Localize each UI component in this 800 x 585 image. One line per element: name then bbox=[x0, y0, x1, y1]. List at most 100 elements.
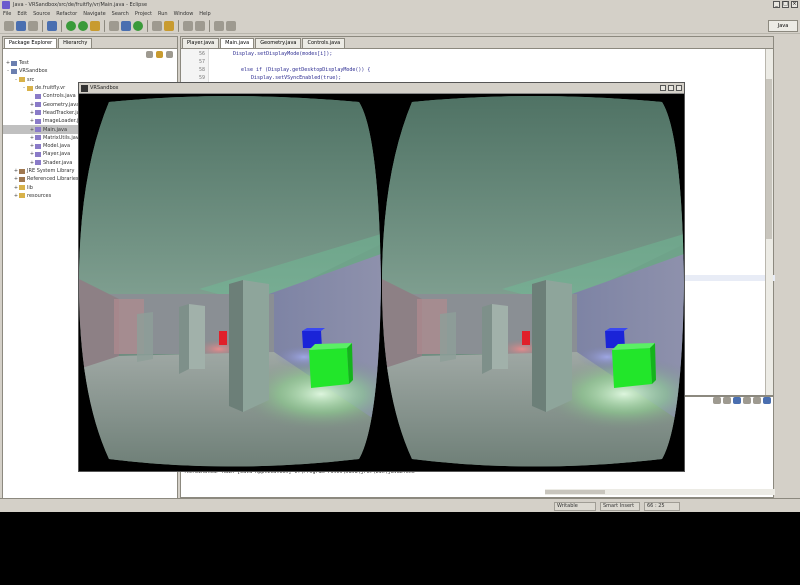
java-icon bbox=[81, 84, 88, 92]
open-type-icon[interactable] bbox=[152, 20, 162, 31]
tree-item-label: MatrixUtils.java bbox=[43, 134, 82, 141]
console-toolbar bbox=[713, 395, 771, 405]
line-code: Display.setDisplayMode(modes[i]); bbox=[233, 51, 333, 57]
java-file-icon bbox=[35, 102, 41, 108]
scrollbar-thumb[interactable] bbox=[766, 79, 772, 239]
right-eye-view bbox=[382, 96, 684, 467]
run-icon[interactable] bbox=[78, 20, 88, 31]
perspective-java-button[interactable]: Java bbox=[768, 20, 798, 32]
scrollbar-thumb[interactable] bbox=[545, 490, 605, 494]
java-file-icon bbox=[35, 110, 41, 116]
tree-item-label: Geometry.java bbox=[43, 101, 80, 108]
tab-geometry-java[interactable]: Geometry.java bbox=[255, 38, 302, 48]
tree-item-label: de.fruitfly.vr bbox=[35, 85, 66, 92]
java-file-icon bbox=[35, 151, 41, 157]
minimize-button[interactable]: _ bbox=[773, 1, 780, 8]
project-icon bbox=[11, 60, 17, 66]
editor-scrollbar[interactable] bbox=[765, 49, 773, 395]
print-icon[interactable] bbox=[28, 20, 38, 31]
next-annotation-icon[interactable] bbox=[183, 20, 193, 31]
folder-icon bbox=[19, 193, 25, 199]
external-tools-icon[interactable] bbox=[90, 20, 100, 31]
viewer-close-button[interactable] bbox=[676, 85, 682, 91]
menu-navigate[interactable]: Navigate bbox=[83, 11, 105, 17]
line-code: Display.setVSyncEnabled(true); bbox=[251, 75, 342, 81]
project-icon bbox=[11, 68, 17, 74]
viewer-maximize-button[interactable] bbox=[668, 85, 674, 91]
new-package-icon[interactable] bbox=[121, 20, 131, 31]
menu-run[interactable]: Run bbox=[158, 11, 168, 17]
library-icon bbox=[19, 176, 25, 182]
toolbar-separator bbox=[178, 19, 179, 32]
line-number: 56 bbox=[198, 51, 205, 57]
status-cursor-position: 66 : 25 bbox=[644, 502, 680, 511]
tab-hierarchy[interactable]: Hierarchy bbox=[58, 38, 93, 48]
code-line: 58 else if (Display.getDesktopDisplayMode… bbox=[181, 67, 370, 75]
new-icon[interactable] bbox=[4, 20, 14, 31]
code-line: 56 Display.setDisplayMode(modes[i]); bbox=[181, 51, 332, 59]
collapse-all-icon[interactable] bbox=[146, 50, 153, 58]
tree-item-label: JRE System Library bbox=[27, 168, 75, 174]
menu-help[interactable]: Help bbox=[199, 11, 210, 17]
view-menu-icon[interactable] bbox=[166, 50, 173, 58]
java-file-icon bbox=[35, 118, 41, 124]
status-insert-mode: Smart Insert bbox=[600, 502, 640, 511]
debug-icon[interactable] bbox=[66, 20, 76, 31]
tab-package-explorer[interactable]: Package Explorer bbox=[4, 38, 58, 48]
tab-player-java[interactable]: Player.java bbox=[182, 38, 220, 48]
menu-window[interactable]: Window bbox=[174, 11, 194, 17]
tree-item[interactable]: - VRSandbox bbox=[3, 67, 177, 75]
line-number: 58 bbox=[198, 67, 205, 73]
tree-item[interactable]: + Test bbox=[3, 59, 177, 67]
package-explorer-tabs: Package Explorer Hierarchy bbox=[3, 37, 177, 49]
title-bar: Java - VRSandbox/src/de/fruitfly/vr/Main… bbox=[0, 0, 800, 10]
remove-launch-icon[interactable] bbox=[723, 396, 731, 404]
tree-item-label: lib bbox=[27, 184, 33, 191]
scroll-lock-icon[interactable] bbox=[743, 396, 751, 404]
tab-controls-java[interactable]: Controls.java bbox=[302, 38, 346, 48]
viewer-title-bar: VRSandbox bbox=[79, 83, 684, 94]
tree-item-label: src bbox=[27, 76, 35, 83]
tree-item-label: Player.java bbox=[43, 151, 71, 158]
new-class-icon[interactable] bbox=[133, 20, 143, 31]
line-number: 59 bbox=[198, 75, 205, 81]
terminate-icon[interactable] bbox=[713, 396, 721, 404]
new-java-project-icon[interactable] bbox=[109, 20, 119, 31]
save-icon[interactable] bbox=[16, 20, 26, 31]
search-icon[interactable] bbox=[164, 20, 174, 31]
stereo-render-view[interactable] bbox=[79, 94, 684, 471]
maximize-button[interactable]: □ bbox=[782, 1, 789, 8]
folder-icon bbox=[27, 85, 33, 91]
library-icon bbox=[19, 168, 25, 174]
menu-search[interactable]: Search bbox=[112, 11, 129, 17]
line-code: else if (Display.getDesktopDisplayMode()… bbox=[241, 67, 371, 73]
menu-edit[interactable]: Edit bbox=[17, 11, 27, 17]
main-toolbar bbox=[0, 18, 800, 34]
viewer-minimize-button[interactable] bbox=[660, 85, 666, 91]
tab-main-java[interactable]: Main.java bbox=[220, 38, 255, 48]
menu-source[interactable]: Source bbox=[33, 11, 50, 17]
java-file-icon bbox=[35, 160, 41, 166]
build-icon[interactable] bbox=[47, 20, 57, 31]
java-file-icon bbox=[35, 127, 41, 133]
previous-annotation-icon[interactable] bbox=[195, 20, 205, 31]
viewer-title: VRSandbox bbox=[90, 85, 119, 91]
java-file-icon bbox=[35, 143, 41, 149]
forward-icon[interactable] bbox=[226, 20, 236, 31]
menu-refactor[interactable]: Refactor bbox=[56, 11, 77, 17]
close-button[interactable]: × bbox=[791, 1, 798, 8]
window-title: Java - VRSandbox/src/de/fruitfly/vr/Main… bbox=[13, 2, 148, 8]
tree-item-label: VRSandbox bbox=[19, 68, 48, 75]
back-icon[interactable] bbox=[214, 20, 224, 31]
link-editor-icon[interactable] bbox=[156, 50, 163, 58]
tree-item-label: Referenced Libraries bbox=[27, 176, 79, 183]
menu-project[interactable]: Project bbox=[135, 11, 152, 17]
package-explorer-toolbar bbox=[3, 49, 177, 59]
console-hscrollbar[interactable] bbox=[545, 489, 775, 495]
menu-file[interactable]: File bbox=[3, 11, 11, 17]
clear-console-icon[interactable] bbox=[733, 396, 741, 404]
pin-console-icon[interactable] bbox=[753, 396, 761, 404]
menu-bar: File Edit Source Refactor Navigate Searc… bbox=[0, 10, 800, 18]
vr-viewer-window[interactable]: VRSandbox bbox=[78, 82, 685, 472]
display-console-icon[interactable] bbox=[763, 396, 771, 404]
